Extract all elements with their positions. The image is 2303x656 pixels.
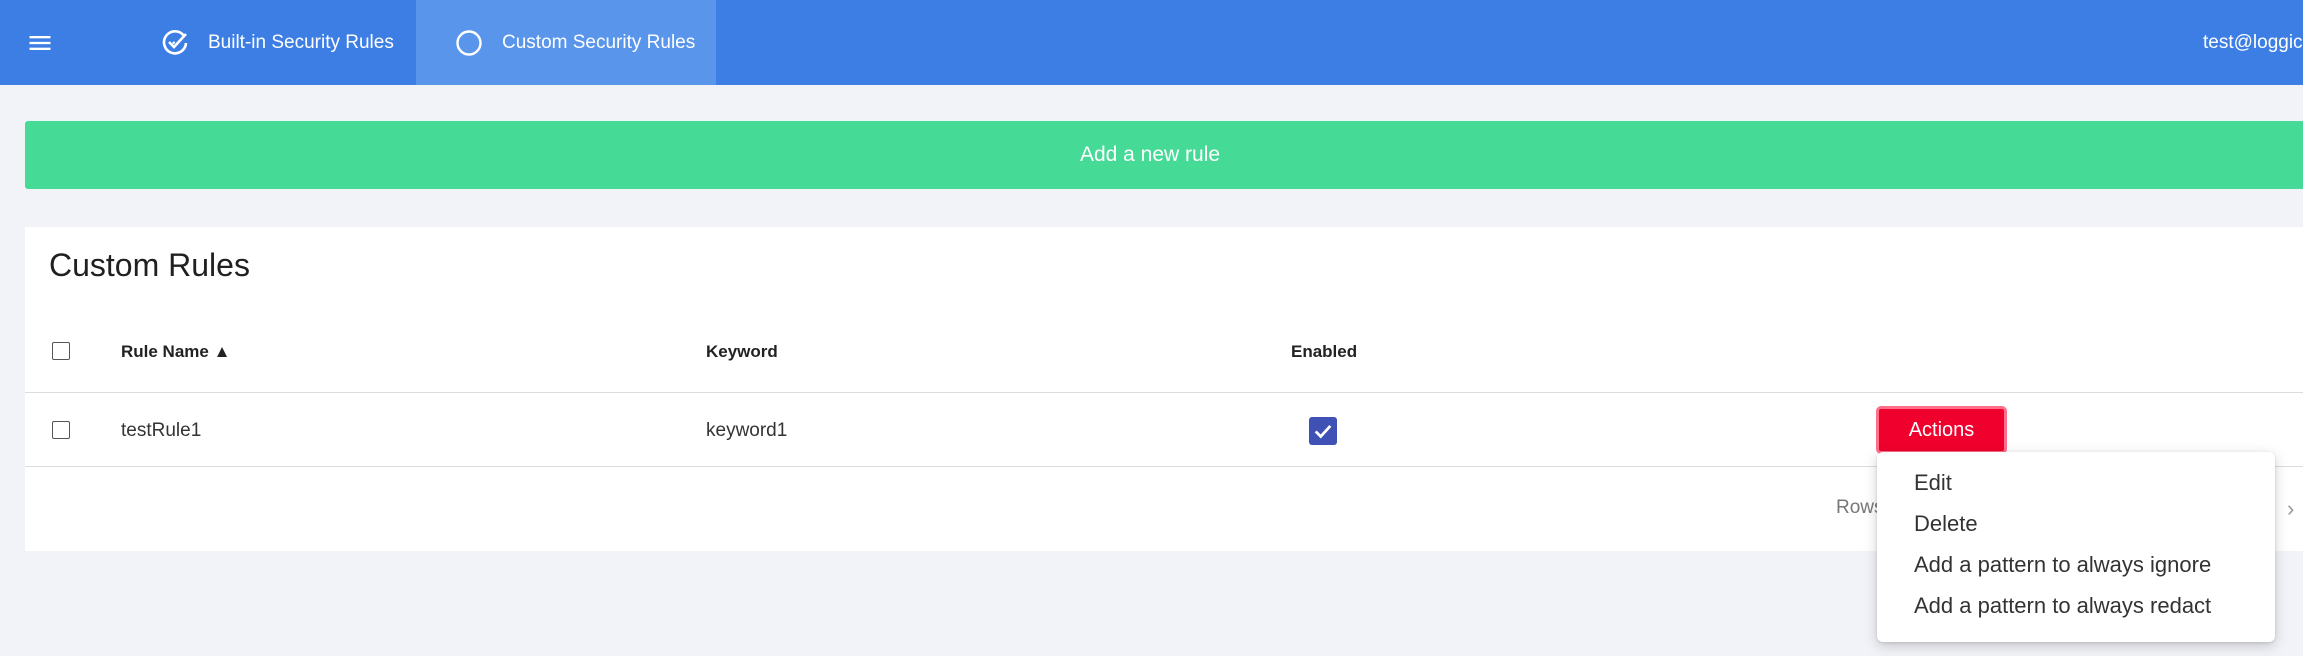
checkmark-icon xyxy=(1314,425,1332,439)
tab-custom-security-rules[interactable]: Custom Security Rules xyxy=(416,0,716,85)
hamburger-menu-button[interactable] xyxy=(0,0,80,85)
column-header-keyword[interactable]: Keyword xyxy=(706,342,778,362)
menu-item-delete[interactable]: Delete xyxy=(1877,503,2275,544)
circle-outline-icon xyxy=(454,28,484,58)
column-header-enabled[interactable]: Enabled xyxy=(1291,342,1357,362)
add-new-rule-button[interactable]: Add a new rule xyxy=(25,121,2303,189)
row-select-checkbox[interactable] xyxy=(52,421,70,439)
actions-menu: Edit Delete Add a pattern to always igno… xyxy=(1877,452,2275,642)
header-divider xyxy=(25,392,2303,393)
column-header-rule-name[interactable]: Rule Name ▲ xyxy=(121,342,230,362)
menu-item-edit[interactable]: Edit xyxy=(1877,462,2275,503)
chevron-right-icon[interactable]: › xyxy=(2287,496,2294,522)
keyword-cell: keyword1 xyxy=(706,420,788,441)
tab-label: Custom Security Rules xyxy=(502,31,696,53)
select-all-checkbox[interactable] xyxy=(52,342,70,360)
menu-item-add-ignore-pattern[interactable]: Add a pattern to always ignore xyxy=(1877,544,2275,585)
enabled-checkbox[interactable] xyxy=(1309,417,1337,445)
actions-button[interactable]: Actions xyxy=(1876,406,2007,454)
tab-built-in-security-rules[interactable]: Built-in Security Rules xyxy=(148,0,416,85)
add-new-rule-label: Add a new rule xyxy=(1079,143,1221,166)
hamburger-menu-icon xyxy=(29,35,51,50)
menu-item-add-redact-pattern[interactable]: Add a pattern to always redact xyxy=(1877,585,2275,626)
user-email[interactable]: test@loggic xyxy=(2203,0,2303,85)
check-circle-icon xyxy=(160,28,190,58)
rule-name-cell: testRule1 xyxy=(121,420,202,441)
tab-label: Built-in Security Rules xyxy=(208,31,394,53)
card-title: Custom Rules xyxy=(49,247,250,283)
top-app-bar: Built-in Security Rules Custom Security … xyxy=(0,0,2303,85)
